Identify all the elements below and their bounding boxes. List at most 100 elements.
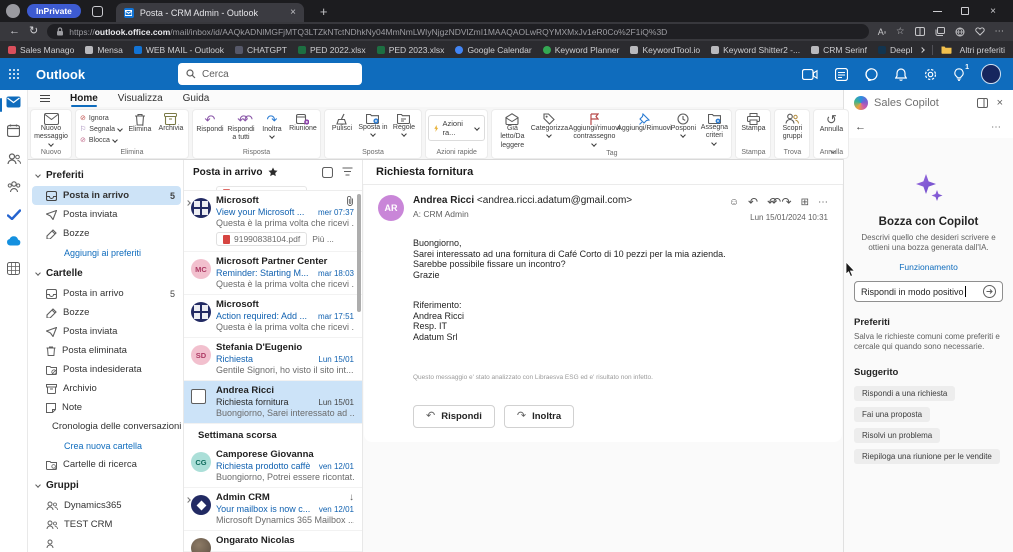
new-tab-button[interactable]: +: [320, 4, 328, 19]
bookmark[interactable]: PED 2022.xlsx: [298, 45, 366, 55]
bookmark[interactable]: CRM Serinf: [811, 45, 867, 55]
forward-icon[interactable]: ↷: [782, 195, 792, 209]
settings-gear-icon[interactable]: [924, 68, 937, 81]
message-checkbox[interactable]: [191, 389, 206, 404]
quick-actions-button[interactable]: Azioni ra...: [428, 115, 485, 141]
suggestion-chip[interactable]: Riepiloga una riunione per le vendite: [854, 449, 1000, 464]
bookmark[interactable]: CHATGPT: [235, 45, 287, 55]
more-apps-icon[interactable]: [7, 262, 20, 275]
block-button[interactable]: ⊘Blocca: [80, 136, 122, 144]
discover-groups-button[interactable]: Scopri gruppi: [777, 111, 807, 142]
pin-button[interactable]: Aggiungi/Rimuovi: [621, 111, 667, 133]
tab-guida[interactable]: Guida: [183, 93, 210, 104]
flag-button[interactable]: Aggiungi/rimuovi contrassegno: [568, 111, 620, 146]
folder-posta-eliminata[interactable]: Posta eliminata: [32, 341, 181, 360]
message-row[interactable]: SD Stefania D'Eugenio RichiestaLun 15/01…: [184, 338, 362, 381]
rules-button[interactable]: Regole: [389, 111, 419, 136]
undo-button[interactable]: ↺ Annulla: [816, 111, 846, 134]
search-input[interactable]: Cerca: [178, 63, 362, 85]
hamburger-icon[interactable]: [40, 95, 50, 103]
groups-icon[interactable]: [7, 181, 21, 193]
tab-visualizza[interactable]: Visualizza: [118, 93, 163, 104]
folder-posta-inviata[interactable]: Posta inviata: [32, 322, 181, 341]
reactions-icon[interactable]: ☺: [729, 197, 739, 208]
delete-button[interactable]: Elimina: [125, 111, 155, 134]
folder-archivio[interactable]: Archivio: [32, 379, 181, 398]
folder-cartelle-di-ricerca[interactable]: Cartelle di ricerca: [32, 455, 181, 474]
onedrive-icon[interactable]: [6, 236, 21, 246]
bookmark[interactable]: KeywordTool.io: [630, 45, 700, 55]
account-avatar[interactable]: [981, 64, 1001, 84]
attachment-chip[interactable]: 91990838104.pdf Più ...: [216, 232, 354, 246]
browser-essentials-icon[interactable]: [975, 27, 985, 36]
categorize-button[interactable]: Categorizza: [531, 111, 567, 137]
message-row[interactable]: CG Camporese Giovanna Richiesta prodotto…: [184, 445, 362, 488]
archive-button[interactable]: Archivia: [156, 111, 186, 133]
folder-bozze-fav[interactable]: Bozze: [32, 224, 181, 243]
people-icon[interactable]: [7, 153, 21, 165]
message-row-selected[interactable]: Andrea Ricci Richiesta fornituraLun 15/0…: [184, 381, 362, 424]
split-screen-icon[interactable]: [915, 27, 925, 36]
group-test-crm[interactable]: TEST CRM: [32, 515, 181, 534]
print-button[interactable]: Stampa: [738, 111, 768, 133]
filter-icon[interactable]: [342, 167, 353, 176]
reply-button[interactable]: ↶Rispondi: [413, 405, 495, 428]
folder-posta-in-arrivo[interactable]: Posta in arrivo5: [32, 284, 181, 303]
copilot-prompt-input[interactable]: Rispondi in modo positivo: [854, 281, 1003, 302]
message-row[interactable]: Microsoft View your Microsoft ...mer 07:…: [184, 191, 362, 252]
folder-posta-in-arrivo-fav[interactable]: Posta in arrivo5: [32, 186, 181, 205]
meeting-button[interactable]: Riunione: [288, 111, 318, 133]
chat-icon[interactable]: [865, 68, 878, 81]
minimize-button[interactable]: [923, 0, 951, 22]
create-folder-link[interactable]: Crea nuova cartella: [32, 436, 181, 455]
folder-bozze[interactable]: Bozze: [32, 303, 181, 322]
tab-home[interactable]: Home: [70, 93, 98, 104]
folder-posta-inviata-fav[interactable]: Posta inviata: [32, 205, 181, 224]
suggestion-chip[interactable]: Risolvi un problema: [854, 428, 940, 443]
folder-posta-indesiderata[interactable]: Posta indesiderata: [32, 360, 181, 379]
apps-icon[interactable]: ⊞: [801, 197, 809, 208]
favorites-header[interactable]: Preferiti: [32, 164, 181, 186]
mail-icon[interactable]: [6, 96, 21, 108]
back-icon[interactable]: ←: [855, 121, 866, 133]
groups-header[interactable]: Gruppi: [32, 474, 181, 496]
todo-icon[interactable]: [7, 209, 21, 220]
bookmarks-overflow-icon[interactable]: [919, 47, 925, 53]
expand-conversation-icon[interactable]: [185, 497, 191, 503]
message-row[interactable]: Admin CRM ↓ Your mailbox is now c...ven …: [184, 488, 362, 531]
extensions-icon[interactable]: [955, 27, 965, 37]
folder-note[interactable]: Note: [32, 398, 181, 417]
new-message-button[interactable]: Nuovo messaggio: [33, 111, 69, 146]
browser-tab[interactable]: Posta - CRM Admin - Outlook ×: [116, 3, 304, 22]
forward-button[interactable]: ↷Inoltra: [504, 405, 574, 428]
reply-all-button[interactable]: ↶↶ Rispondi a tutti: [226, 111, 256, 143]
star-icon[interactable]: [268, 167, 278, 177]
add-to-favorites-link[interactable]: Aggiungi ai preferiti: [32, 243, 181, 262]
url-field[interactable]: https://outlook.office.com/mail/inbox/id…: [47, 24, 869, 39]
calendar-icon[interactable]: [7, 124, 20, 137]
more-favorites-label[interactable]: Altri preferiti: [960, 45, 1005, 55]
sweep-button[interactable]: Pulisci: [327, 111, 357, 133]
more-icon[interactable]: ⋯: [991, 122, 1002, 133]
meet-now-icon[interactable]: [802, 69, 818, 80]
workspaces-icon[interactable]: [92, 6, 103, 17]
assign-policy-button[interactable]: Assegna criteri: [699, 111, 729, 145]
recipient-line[interactable]: A: CRM Admin: [413, 209, 632, 219]
bookmark[interactable]: WEB MAIL - Outlook: [134, 45, 224, 55]
browser-more-icon[interactable]: ⋯: [995, 26, 1005, 37]
bookmark[interactable]: Keyword Shitter2 -...: [711, 45, 800, 55]
notifications-bell-icon[interactable]: [895, 68, 907, 81]
folder-cronologia[interactable]: Cronologia delle conversazioni: [32, 417, 181, 436]
bookmark[interactable]: Keyword Planner: [543, 45, 620, 55]
expand-conversation-icon[interactable]: [185, 200, 191, 206]
how-it-works-link[interactable]: Funzionamento: [854, 262, 1003, 272]
bookmark[interactable]: Google Calendar: [455, 45, 531, 55]
message-row[interactable]: Microsoft Action required: Add ...mar 17…: [184, 295, 362, 338]
refresh-icon[interactable]: ↻: [29, 26, 38, 37]
pin-panel-icon[interactable]: [977, 98, 988, 108]
bookmark[interactable]: Sales Manago: [8, 45, 74, 55]
forward-button[interactable]: ↷ Inoltra: [257, 111, 287, 138]
move-to-button[interactable]: Sposta in: [358, 111, 388, 136]
read-unread-button[interactable]: Già letto/Da leggere: [494, 111, 530, 150]
read-aloud-icon[interactable]: Aᵃ: [878, 27, 886, 37]
